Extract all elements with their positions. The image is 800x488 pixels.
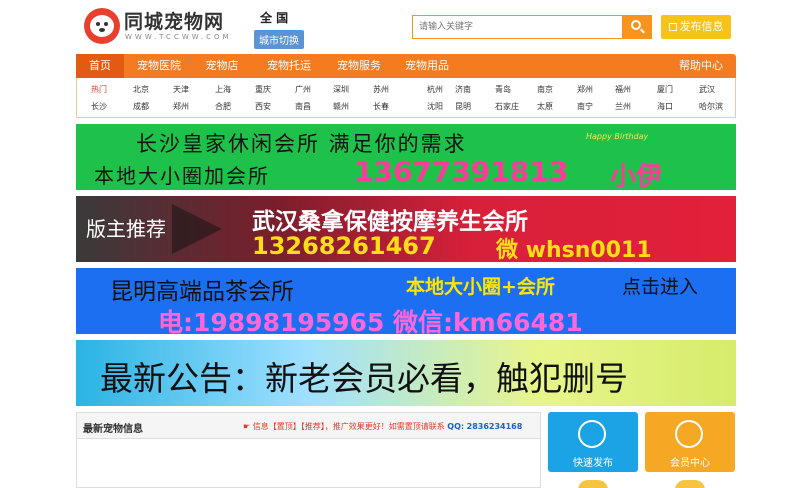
current-city: 全 国 — [260, 11, 289, 25]
dog-logo-icon — [84, 8, 120, 44]
banner-3-enter[interactable]: 点击进入 — [622, 272, 698, 299]
latest-pets-panel: 最新宠物信息 ☛ 信息【置顶】【推荐】，推广效果更好！如需置顶请联系 QQ: 2… — [76, 412, 541, 488]
city-link[interactable]: 南宁 — [577, 101, 593, 112]
city-link[interactable]: 天津 — [173, 84, 189, 95]
banner-2-title: 武汉桑拿保健按摩养生会所 — [252, 209, 528, 235]
banner-1-phone: 13677391813 — [354, 155, 569, 188]
promo-note: ☛ 信息【置顶】【推荐】，推广效果更好！如需置顶请联系 QQ: 28362341… — [243, 422, 523, 431]
nav-item-help[interactable]: 帮助中心 — [674, 54, 728, 78]
banner-3-title: 昆明高端品茶会所 — [110, 279, 294, 305]
city-switch-button[interactable]: 城市切换 — [254, 30, 304, 49]
nav-item-store[interactable]: 宠物店 — [200, 54, 244, 78]
search-button[interactable] — [622, 15, 652, 39]
city-link[interactable]: 长沙 — [91, 101, 107, 112]
banner-notice[interactable]: 最新公告：新老会员必看，触犯删号 — [76, 340, 736, 406]
banner-kunming[interactable]: 昆明高端品茶会所 本地大小圈+会所 点击进入 电:19898195965 微信:… — [76, 268, 736, 334]
banner-2-tag: 版主推荐 — [86, 217, 166, 241]
hot-cities-label: 热门 — [91, 85, 107, 94]
header: 同城宠物网 WWW.TCCWW.COM 全 国 城市切换 发布信息 — [0, 0, 800, 52]
city-selector: 全 国 城市切换 — [254, 9, 314, 49]
nav-item-supplies[interactable]: 宠物用品 — [400, 54, 454, 78]
arrow-decoration — [172, 204, 222, 254]
city-link[interactable]: 福州 — [615, 84, 631, 95]
city-link[interactable]: 沈阳 — [427, 101, 443, 112]
city-link[interactable]: 南京 — [537, 84, 553, 95]
city-link[interactable]: 太原 — [537, 101, 553, 112]
city-link[interactable]: 青岛 — [495, 84, 511, 95]
city-link[interactable]: 赣州 — [333, 101, 349, 112]
banner-1-subtitle: 本地大小圈加会所 — [94, 164, 270, 188]
banner-1-name: 小伊 — [610, 162, 663, 190]
city-link[interactable]: 南昌 — [295, 101, 311, 112]
city-link[interactable]: 重庆 — [255, 84, 271, 95]
city-link[interactable]: 上海 — [215, 84, 231, 95]
city-link[interactable]: 广州 — [295, 84, 311, 95]
banner-3-subtitle: 本地大小圈+会所 — [406, 276, 555, 298]
page: 同城宠物网 WWW.TCCWW.COM 全 国 城市切换 发布信息 首页 宠物医… — [0, 0, 800, 488]
qq-label: QQ: — [447, 422, 465, 431]
banner-wuhan[interactable]: 版主推荐 武汉桑拿保健按摩养生会所 13268261467 微 whsn0011 — [76, 196, 736, 262]
city-link[interactable]: 长春 — [373, 101, 389, 112]
city-link[interactable]: 石家庄 — [495, 101, 519, 112]
tile-partial-right — [645, 478, 735, 488]
quick-post-tile[interactable]: 快速发布 — [548, 412, 638, 472]
logo-name: 同城宠物网 — [124, 11, 225, 33]
city-list: 热门 北京 天津 上海 重庆 广州 深圳 苏州 杭州 济南 青岛 南京 郑州 福州 厦门 武汉 长沙 成都 郑州 合肥… — [76, 78, 736, 118]
city-link[interactable]: 合肥 — [215, 101, 231, 112]
city-link[interactable]: 昆明 — [455, 101, 471, 112]
nav-item-hospital[interactable]: 宠物医院 — [132, 54, 186, 78]
member-center-label: 会员中心 — [670, 458, 710, 469]
city-link[interactable]: 成都 — [133, 101, 149, 112]
nav-item-home[interactable]: 首页 — [76, 54, 124, 78]
city-link[interactable]: 西安 — [255, 101, 271, 112]
latest-pets-header: 最新宠物信息 ☛ 信息【置顶】【推荐】，推广效果更好！如需置顶请联系 QQ: 2… — [77, 413, 540, 439]
thumb-icon: ☛ — [243, 422, 253, 431]
pencil-icon — [578, 420, 606, 448]
tile-partial-left — [548, 478, 638, 488]
edit-icon — [668, 23, 677, 31]
banner-4-title: 最新公告：新老会员必看，触犯删号 — [100, 359, 628, 398]
city-link[interactable]: 杭州 — [427, 84, 443, 95]
nav-item-shipping[interactable]: 宠物托运 — [262, 54, 316, 78]
city-link[interactable]: 苏州 — [373, 84, 389, 95]
city-link[interactable]: 深圳 — [333, 84, 349, 95]
menu-icon — [675, 420, 703, 448]
post-info-label: 发布信息 — [679, 20, 724, 33]
logo-url: WWW.TCCWW.COM — [125, 33, 232, 41]
latest-pets-title: 最新宠物信息 — [83, 424, 143, 435]
main-nav: 首页 宠物医院 宠物店 宠物托运 宠物服务 宠物用品 帮助中心 — [76, 54, 736, 78]
banner-2-wechat: 微 whsn0011 — [496, 238, 652, 262]
city-link[interactable]: 郑州 — [577, 84, 593, 95]
post-info-button[interactable]: 发布信息 — [661, 15, 731, 39]
city-link[interactable]: 北京 — [133, 84, 149, 95]
site-logo[interactable]: 同城宠物网 WWW.TCCWW.COM — [84, 6, 244, 46]
nav-item-service[interactable]: 宠物服务 — [332, 54, 386, 78]
city-link[interactable]: 海口 — [657, 101, 673, 112]
city-link[interactable]: 武汉 — [699, 84, 715, 95]
qq-number: 2836234168 — [466, 422, 523, 431]
search-input[interactable] — [412, 15, 622, 39]
city-link[interactable]: 厦门 — [657, 84, 673, 95]
banner-1-title: 长沙皇家休闲会所 满足你的需求 — [136, 132, 467, 156]
city-link[interactable]: 郑州 — [173, 101, 189, 112]
banner-2-phone: 13268261467 — [252, 232, 436, 260]
city-link[interactable]: 哈尔滨 — [699, 101, 723, 112]
banner-1-deco: Happy Birthday — [586, 132, 649, 141]
search-bar — [412, 15, 652, 39]
city-link[interactable]: 济南 — [455, 84, 471, 95]
member-center-tile[interactable]: 会员中心 — [645, 412, 735, 472]
banner-changsha[interactable]: 长沙皇家休闲会所 满足你的需求 Happy Birthday 本地大小圈加会所 … — [76, 124, 736, 190]
banner-3-contact: 电:19898195965 微信:km66481 — [158, 308, 583, 334]
quick-post-label: 快速发布 — [573, 458, 613, 469]
city-link[interactable]: 兰州 — [615, 101, 631, 112]
